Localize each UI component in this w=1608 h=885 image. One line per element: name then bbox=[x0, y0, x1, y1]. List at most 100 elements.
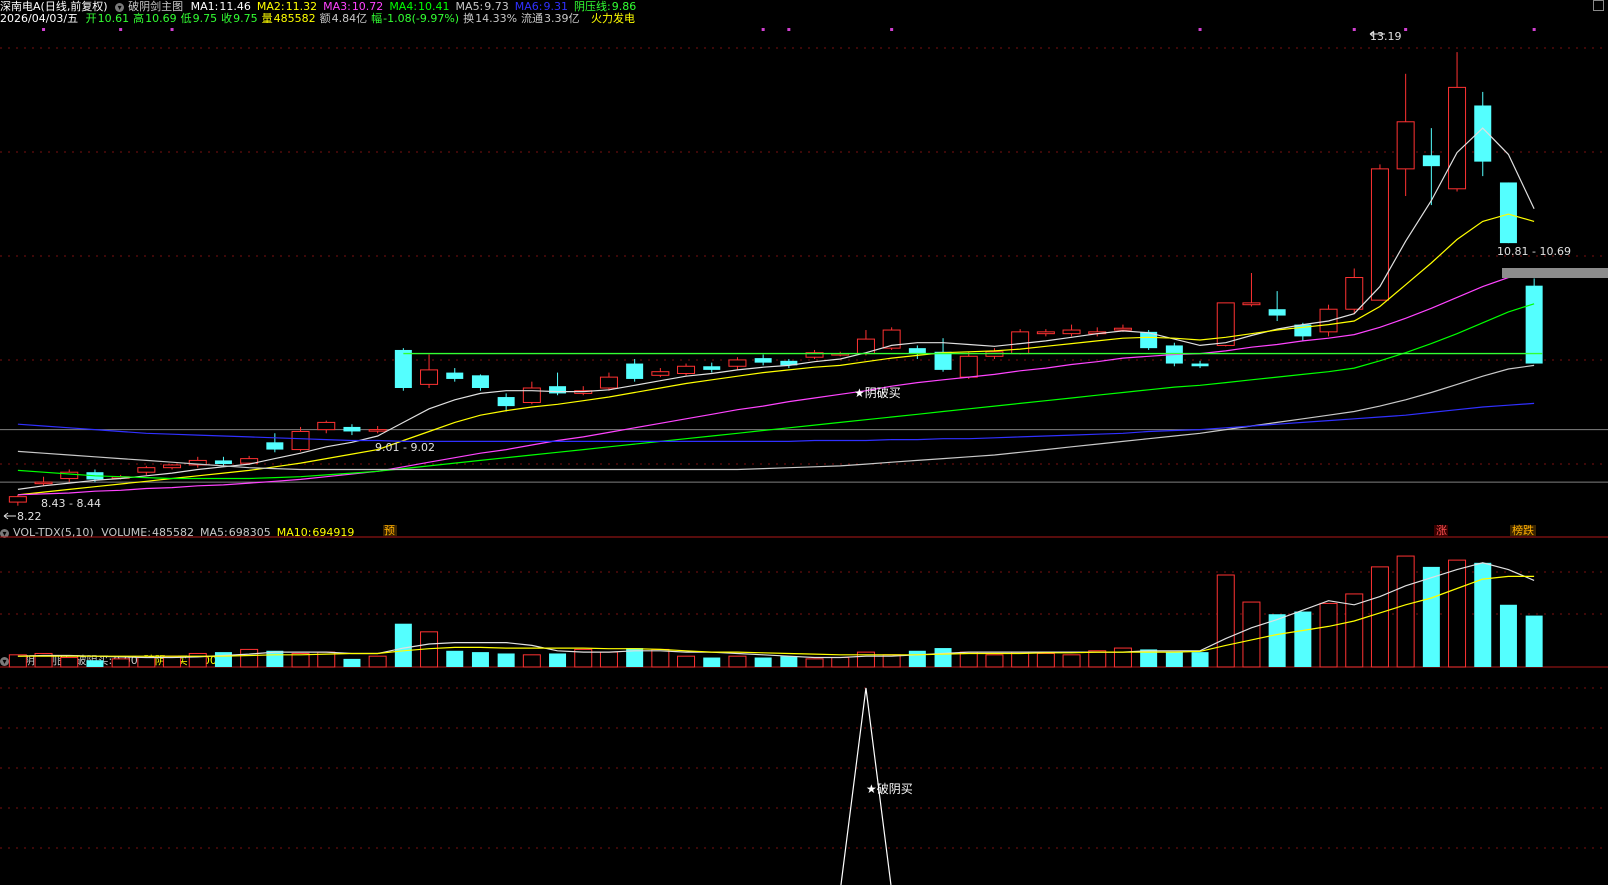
volume-bar bbox=[1088, 650, 1107, 668]
candle-body bbox=[1268, 309, 1286, 316]
volume-bar bbox=[754, 657, 772, 667]
candle-body bbox=[1370, 168, 1389, 301]
volume-bar bbox=[1062, 654, 1081, 668]
candle-body bbox=[703, 366, 721, 370]
candle-body bbox=[343, 426, 361, 432]
ma-line-ma1 bbox=[17, 127, 1535, 490]
volume-bar bbox=[1011, 651, 1030, 668]
candle-body bbox=[291, 430, 310, 451]
candle-body bbox=[728, 359, 747, 367]
ma-lines bbox=[17, 127, 1535, 496]
candle-body bbox=[1036, 331, 1055, 335]
volume-bar bbox=[959, 651, 978, 668]
volume-bar bbox=[1525, 615, 1543, 667]
volume-bar bbox=[471, 652, 489, 667]
candle-body bbox=[471, 375, 489, 388]
volume-bar bbox=[291, 652, 310, 668]
volume-bar bbox=[805, 658, 824, 668]
volume-bar bbox=[1422, 566, 1440, 667]
top-tick-mark bbox=[119, 28, 123, 31]
volume-bar bbox=[780, 656, 798, 667]
candle-body bbox=[1242, 302, 1261, 306]
volume-bar bbox=[985, 654, 1004, 668]
volume-bar bbox=[703, 657, 721, 667]
top-tick-mark bbox=[170, 28, 174, 31]
candle-body bbox=[934, 351, 952, 370]
candle-body bbox=[446, 372, 464, 379]
candle-body bbox=[317, 421, 336, 431]
volume-bar bbox=[1319, 602, 1338, 668]
top-tick-mark bbox=[787, 28, 791, 31]
candle-body bbox=[651, 371, 670, 376]
volume-bar bbox=[599, 651, 618, 668]
candle-body bbox=[34, 481, 53, 485]
candle-body bbox=[1216, 302, 1235, 346]
low-label: 8.22 bbox=[17, 510, 42, 523]
volume-bar bbox=[111, 658, 130, 668]
candle-body bbox=[214, 460, 232, 465]
candle-body bbox=[549, 386, 567, 394]
candle-body bbox=[754, 358, 772, 363]
volume-bar bbox=[266, 650, 284, 667]
top-tick-mark bbox=[1404, 28, 1408, 31]
volume-bar bbox=[1216, 574, 1235, 668]
volume-bar bbox=[1191, 652, 1209, 667]
volume-bar bbox=[343, 658, 361, 667]
volume-bar bbox=[1036, 652, 1055, 668]
volume-bar bbox=[1294, 611, 1312, 667]
high-label: 13.19 bbox=[1370, 30, 1402, 43]
top-tick-mark bbox=[1198, 28, 1202, 31]
candle-body bbox=[8, 496, 27, 503]
volume-bar bbox=[1370, 566, 1389, 668]
volume-bar bbox=[497, 653, 515, 667]
candle-body bbox=[266, 442, 284, 450]
low-pointer bbox=[3, 512, 16, 520]
range-label-2: 9.01 - 9.02 bbox=[375, 441, 435, 454]
candle-body bbox=[1191, 363, 1209, 367]
ma-line-ma5 bbox=[17, 364, 1535, 471]
bottom-marker: 榜跌 bbox=[1512, 523, 1534, 537]
candle-body bbox=[137, 467, 156, 473]
volume-bar bbox=[1165, 652, 1183, 667]
volume-bar bbox=[394, 623, 412, 667]
volume-bar bbox=[1396, 555, 1415, 668]
candle-body bbox=[1113, 327, 1132, 331]
bottom-marker: 涨 bbox=[1436, 524, 1447, 537]
top-tick-mark bbox=[890, 28, 894, 31]
volume-bar bbox=[188, 652, 207, 668]
volume-bar bbox=[86, 660, 104, 667]
candle-body bbox=[163, 464, 182, 469]
volume-bar bbox=[240, 648, 259, 668]
candle-body bbox=[497, 397, 515, 407]
volume-bar bbox=[728, 655, 747, 668]
candle-body bbox=[368, 429, 387, 432]
grid-lines bbox=[0, 47, 1608, 849]
bottom-marker: 预 bbox=[384, 524, 395, 537]
candle-body bbox=[599, 376, 618, 389]
volume-bar bbox=[214, 652, 232, 667]
volume-bar bbox=[1448, 559, 1467, 668]
range-label-right: 10.81 - 10.69 bbox=[1497, 245, 1571, 258]
price-highlight bbox=[1502, 268, 1608, 278]
volume-bar bbox=[934, 648, 952, 667]
candle-body bbox=[1062, 329, 1081, 335]
volume-bar bbox=[1268, 614, 1286, 667]
top-tick-mark bbox=[42, 28, 46, 31]
volume-bar bbox=[60, 657, 79, 668]
volume-bars bbox=[8, 555, 1543, 668]
volume-bar bbox=[522, 654, 541, 668]
volume-bar bbox=[1113, 647, 1132, 668]
volume-bar bbox=[831, 657, 850, 668]
top-tick-mark bbox=[1352, 28, 1356, 31]
candle-body bbox=[626, 363, 644, 379]
top-tick-mark bbox=[761, 28, 765, 31]
volume-bar bbox=[368, 655, 387, 668]
signal-label-sub: ★破阴买 bbox=[866, 781, 913, 796]
candle-body bbox=[1345, 277, 1364, 310]
candle-body bbox=[1396, 121, 1415, 170]
chart-canvas[interactable]: 10.81 - 10.69 13.19 8.22 8.43 - 8.44 9.0… bbox=[0, 0, 1608, 885]
candle-body bbox=[1525, 285, 1543, 364]
volume-bar bbox=[677, 655, 696, 668]
candle-body bbox=[1499, 182, 1517, 244]
candles bbox=[8, 52, 1543, 506]
